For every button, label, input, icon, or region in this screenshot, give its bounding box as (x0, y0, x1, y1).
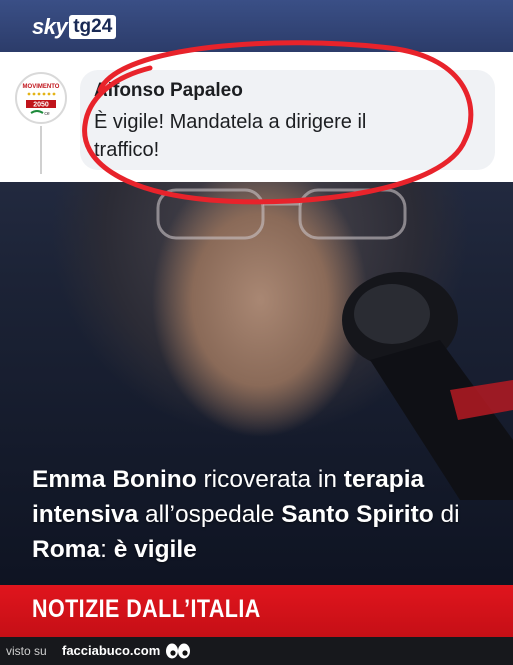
eyes-icon (166, 643, 190, 659)
comment-author[interactable]: Alfonso Papaleo (94, 80, 243, 102)
headline-name: Emma Bonino (32, 466, 197, 493)
thread-line (40, 126, 42, 174)
glasses-graphic (156, 188, 407, 240)
headline-hospital: Santo Spirito (281, 501, 434, 528)
avatar-logo-line2: 2050 (33, 102, 49, 109)
party-logo-icon: MOVIMENTO 2050 ce (19, 76, 63, 120)
sky-tg24-logo: sky tg24 (32, 14, 117, 40)
footer-brand-link[interactable]: facciabuco.com (62, 643, 160, 658)
headline-text-1: ricoverata in (196, 466, 344, 493)
headline-city: Roma (32, 536, 101, 563)
headline-status: è vigile (113, 536, 197, 563)
comment-bubble: Alfonso Papaleo È vigile! Mandatela a di… (80, 70, 495, 170)
news-banner-label: NOTIZIE DALL’ITALIA (32, 595, 261, 623)
headline-text-3: di (433, 501, 460, 528)
avatar-logo-line3: ce (44, 111, 50, 117)
comment-panel: MOVIMENTO 2050 ce Alfonso Papaleo È vigi… (0, 52, 513, 182)
tg24-wordmark: tg24 (69, 15, 117, 39)
avatar[interactable]: MOVIMENTO 2050 ce (15, 72, 67, 124)
footer-watermark: visto su facciabuco.com (0, 637, 513, 665)
headline-text-4: : (100, 536, 114, 563)
avatar-logo-line1: MOVIMENTO (23, 84, 60, 90)
top-strip: sky tg24 (0, 0, 513, 52)
footer-visto: visto su (6, 644, 47, 658)
news-headline: Emma Bonino ricoverata in terapia intens… (32, 462, 502, 567)
news-banner: NOTIZIE DALL’ITALIA (0, 585, 513, 637)
headline-text-2: all’ospedale (138, 501, 282, 528)
sky-wordmark: sky (32, 14, 68, 39)
comment-text: È vigile! Mandatela a dirigere il traffi… (94, 111, 367, 161)
